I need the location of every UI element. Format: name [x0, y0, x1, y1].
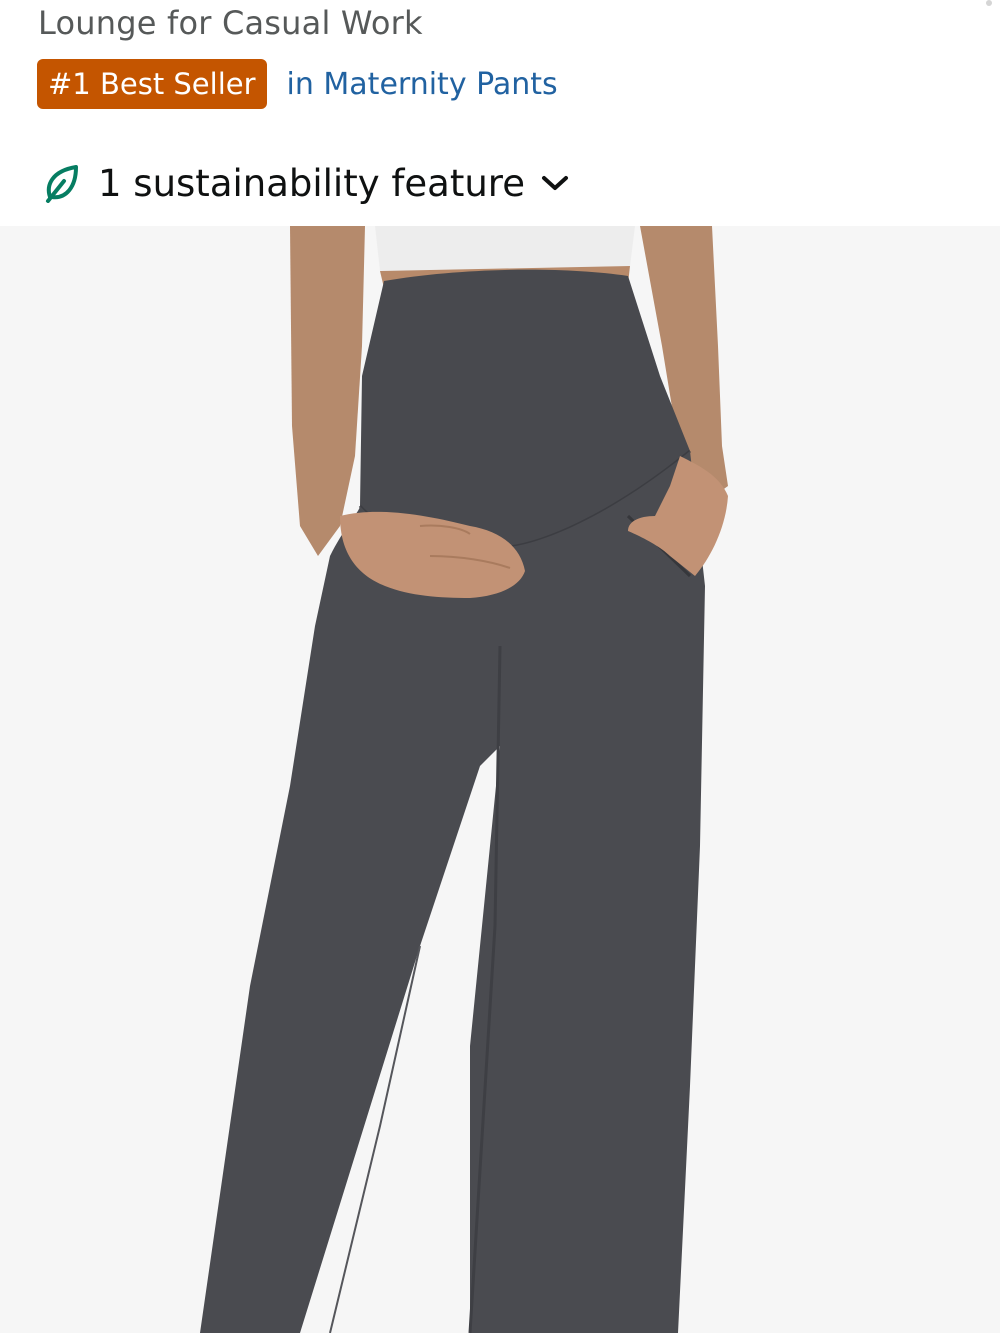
- sustainability-feature-label: 1 sustainability feature: [98, 161, 525, 205]
- product-image[interactable]: [0, 226, 1000, 1333]
- chevron-down-icon[interactable]: [539, 172, 571, 194]
- best-seller-category-link[interactable]: in Maternity Pants: [287, 67, 558, 102]
- product-photo-illustration: [200, 226, 728, 1333]
- scroll-indicator: [986, 0, 992, 6]
- best-seller-badge[interactable]: #1 Best Seller: [37, 59, 267, 109]
- product-page: Lounge for Casual Work #1 Best Seller in…: [0, 0, 1000, 1333]
- best-seller-row: #1 Best Seller in Maternity Pants: [37, 59, 558, 109]
- sustainability-feature-toggle[interactable]: 1 sustainability feature: [44, 155, 571, 211]
- product-title[interactable]: Lounge for Casual Work: [38, 4, 423, 42]
- leaf-icon: [44, 163, 80, 203]
